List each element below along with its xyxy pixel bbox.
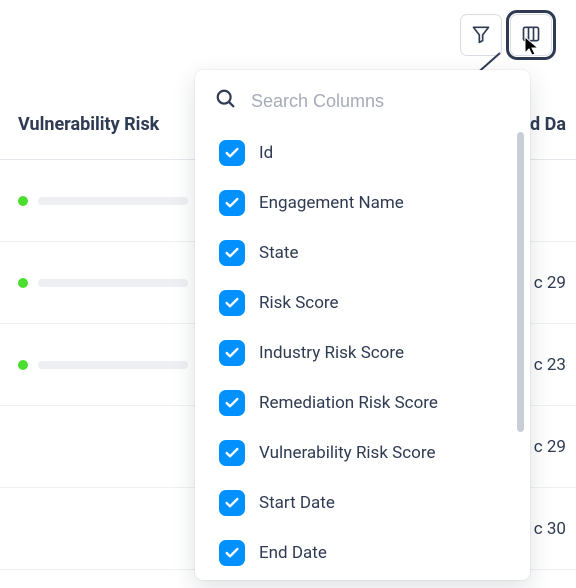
column-picker-panel: Id Engagement Name State Risk Score [195,70,530,580]
checkbox-checked-icon[interactable] [219,190,245,216]
column-option-label: Id [259,143,273,163]
column-list-container: Id Engagement Name State Risk Score [195,124,530,580]
checkbox-checked-icon[interactable] [219,440,245,466]
status-dot-icon [18,360,28,370]
columns-button[interactable] [510,14,552,56]
column-option-label: End Date [259,543,327,563]
column-option-label: Risk Score [259,293,339,313]
column-option-label: Industry Risk Score [259,343,404,363]
toolbar [460,14,552,56]
filter-icon [471,24,491,47]
column-list: Id Engagement Name State Risk Score [195,128,530,578]
column-option-label: Start Date [259,493,335,513]
column-option[interactable]: State [219,228,510,278]
score-bar [38,361,188,369]
search-row [195,70,530,124]
cell-right: c 29 [534,273,566,293]
search-input[interactable] [251,91,510,112]
scrollbar[interactable] [517,132,524,432]
filter-button[interactable] [460,14,502,56]
checkbox-checked-icon[interactable] [219,340,245,366]
column-option[interactable]: Id [219,128,510,178]
column-option[interactable]: Industry Risk Score [219,328,510,378]
checkbox-checked-icon[interactable] [219,490,245,516]
column-option-label: Remediation Risk Score [259,393,438,413]
column-header-right[interactable]: d Da [530,114,576,135]
column-option[interactable]: End Date [219,528,510,578]
status-dot-icon [18,196,28,206]
score-bar [38,197,188,205]
column-option-label: Vulnerability Risk Score [259,443,435,463]
column-option[interactable]: Risk Score [219,278,510,328]
cell-right: c 29 [534,437,566,457]
column-option[interactable]: Vulnerability Risk Score [219,428,510,478]
checkbox-checked-icon[interactable] [219,240,245,266]
checkbox-checked-icon[interactable] [219,140,245,166]
column-header-left[interactable]: Vulnerability Risk [18,114,159,135]
column-option[interactable]: Start Date [219,478,510,528]
checkbox-checked-icon[interactable] [219,290,245,316]
column-option[interactable]: Remediation Risk Score [219,378,510,428]
status-dot-icon [18,278,28,288]
checkbox-checked-icon[interactable] [219,540,245,566]
cell-right: c 23 [534,355,566,375]
score-bar [38,279,188,287]
column-option-label: Engagement Name [259,193,404,213]
column-option[interactable]: Engagement Name [219,178,510,228]
columns-icon [521,24,541,47]
checkbox-checked-icon[interactable] [219,390,245,416]
search-icon [215,88,237,114]
column-option-label: State [259,243,298,263]
cell-right: c 30 [534,519,566,539]
